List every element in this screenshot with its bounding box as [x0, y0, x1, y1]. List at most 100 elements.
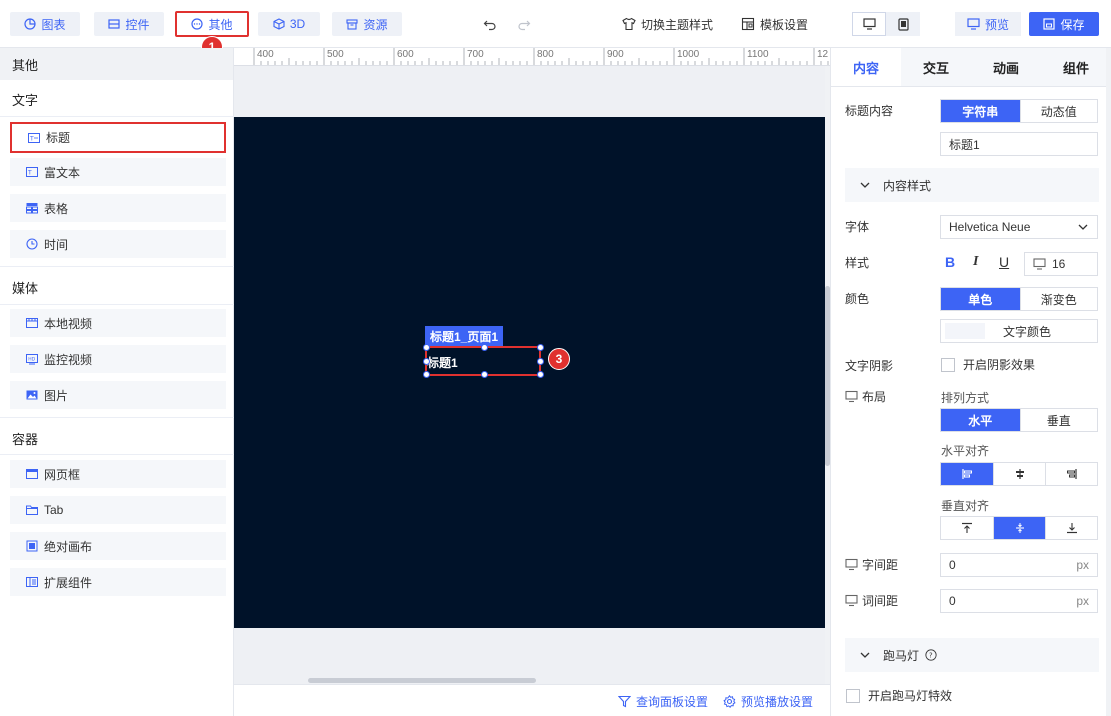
folder-icon: [26, 505, 38, 515]
checkbox[interactable]: [941, 357, 955, 372]
tab-3d[interactable]: 3D: [258, 12, 320, 36]
save-button[interactable]: 保存: [1029, 12, 1099, 36]
component-item-label: Tab: [44, 503, 64, 517]
component-item-monitor-video[interactable]: HD 监控视频: [10, 345, 226, 373]
tab-chart[interactable]: 图表: [10, 12, 80, 36]
tab-content[interactable]: 内容: [831, 48, 901, 86]
resize-handle[interactable]: [423, 371, 430, 378]
help-icon[interactable]: ?: [925, 649, 937, 661]
ruler-label: 12: [817, 49, 829, 60]
letter-spacing-input[interactable]: 0 px: [940, 553, 1098, 577]
section-title-container: 容器: [12, 432, 39, 447]
save-icon: [1043, 18, 1056, 30]
switch-theme-button[interactable]: 切换主题样式: [622, 14, 713, 34]
word-spacing-input[interactable]: 0 px: [940, 589, 1098, 613]
resize-handle[interactable]: [537, 371, 544, 378]
component-item-local-video[interactable]: 本地视频: [10, 309, 226, 337]
tablet-button[interactable]: [886, 12, 920, 36]
align-center-button[interactable]: [992, 463, 1046, 485]
component-item-table[interactable]: 表格: [10, 194, 226, 222]
marquee-collapse[interactable]: 跑马灯 ?: [845, 638, 1099, 672]
font-select[interactable]: Helvetica Neue: [940, 215, 1098, 239]
align-right-icon: [1066, 469, 1077, 479]
align-middle-button[interactable]: [992, 517, 1046, 539]
component-item-richtext[interactable]: T 富文本: [10, 158, 226, 186]
tablet-icon: [897, 17, 909, 31]
section-title-media: 媒体: [12, 281, 39, 296]
font-size-input[interactable]: 16: [1024, 252, 1098, 276]
desktop-button[interactable]: [852, 12, 886, 36]
title-input[interactable]: 标题1: [940, 132, 1098, 156]
tab-other[interactable]: 其他: [175, 11, 249, 37]
title-input-value: 标题1: [949, 137, 980, 152]
ruler-label: 400: [257, 49, 274, 60]
panel-title: 其他: [0, 48, 233, 80]
resize-handle[interactable]: [537, 358, 544, 365]
resize-handle[interactable]: [423, 344, 430, 351]
content-style-collapse[interactable]: 内容样式: [845, 168, 1099, 202]
tab-resource[interactable]: 资源: [332, 12, 402, 36]
divider: [0, 116, 234, 117]
horizontal-ruler: 400 500 600 700 800 900 1000 1100 12: [234, 48, 830, 66]
text-color-label: 文字颜色: [1003, 324, 1052, 339]
underline-button[interactable]: U: [999, 254, 1009, 270]
svg-text:?: ?: [929, 652, 933, 660]
tab-interaction[interactable]: 交互: [901, 48, 971, 86]
svg-text:T: T: [27, 170, 32, 177]
marquee-checkbox[interactable]: 开启跑马灯特效: [846, 687, 952, 704]
option-dynamic[interactable]: 动态值: [1019, 100, 1097, 122]
shadow-checkbox[interactable]: 开启阴影效果: [941, 356, 1035, 373]
component-item-extension[interactable]: 扩展组件: [10, 568, 226, 596]
preview-play-label: 预览播放设置: [741, 695, 814, 709]
option-string[interactable]: 字符串: [941, 100, 1020, 122]
text-color-picker[interactable]: 文字颜色: [940, 319, 1098, 343]
checkbox[interactable]: [846, 688, 860, 703]
word-spacing-text: 词间距: [862, 594, 899, 608]
template-icon: [741, 17, 755, 31]
resize-handle[interactable]: [423, 358, 430, 365]
bold-button[interactable]: B: [945, 254, 955, 270]
query-panel-settings-button[interactable]: 查询面板设置: [618, 693, 708, 710]
preview-play-settings-button[interactable]: 预览播放设置: [723, 693, 813, 710]
component-item-image[interactable]: 图片: [10, 381, 226, 409]
font-select-value: Helvetica Neue: [949, 220, 1031, 234]
tab-animation[interactable]: 动画: [971, 48, 1041, 86]
letter-spacing-label: 字间距: [845, 556, 898, 573]
monitor-icon: [862, 18, 876, 30]
resize-handle[interactable]: [537, 344, 544, 351]
design-canvas[interactable]: 标题1_页面1 标题1: [234, 117, 825, 628]
component-item-tab[interactable]: Tab: [10, 496, 226, 524]
undo-icon[interactable]: [480, 14, 500, 34]
component-item-title[interactable]: T 标题: [10, 122, 226, 153]
align-left-button[interactable]: [941, 463, 993, 485]
letter-spacing-value: 0: [949, 558, 956, 572]
align-right-button[interactable]: [1045, 463, 1098, 485]
resize-handle[interactable]: [481, 344, 488, 351]
align-bottom-icon: [1066, 523, 1077, 534]
redo-icon[interactable]: [514, 14, 534, 34]
align-bottom-button[interactable]: [1045, 517, 1098, 539]
align-top-button[interactable]: [941, 517, 993, 539]
template-settings-button[interactable]: 模板设置: [741, 14, 808, 34]
horizontal-scrollbar[interactable]: [308, 678, 536, 683]
color-label: 颜色: [845, 292, 870, 306]
component-item-time[interactable]: 时间: [10, 230, 226, 258]
tab-component[interactable]: 组件: [1041, 48, 1111, 86]
resize-handle[interactable]: [481, 371, 488, 378]
component-item-absolute-canvas[interactable]: 绝对画布: [10, 532, 226, 560]
word-spacing-value: 0: [949, 594, 956, 608]
component-item-webframe[interactable]: 网页框: [10, 460, 226, 488]
panel-scrollbar[interactable]: [1106, 48, 1111, 716]
clock-icon: [26, 238, 38, 250]
italic-button[interactable]: I: [973, 254, 978, 270]
tab-widget[interactable]: 控件: [94, 12, 164, 36]
option-vertical[interactable]: 垂直: [1019, 409, 1097, 431]
preview-button[interactable]: 预览: [955, 12, 1021, 36]
option-gradient[interactable]: 渐变色: [1019, 288, 1097, 310]
component-item-label: 富文本: [44, 165, 81, 180]
option-solid[interactable]: 单色: [941, 288, 1020, 310]
divider: [0, 454, 234, 455]
option-horizontal[interactable]: 水平: [941, 409, 1020, 431]
unit-label: px: [1076, 594, 1089, 608]
selected-title-element[interactable]: 标题1: [423, 344, 544, 378]
